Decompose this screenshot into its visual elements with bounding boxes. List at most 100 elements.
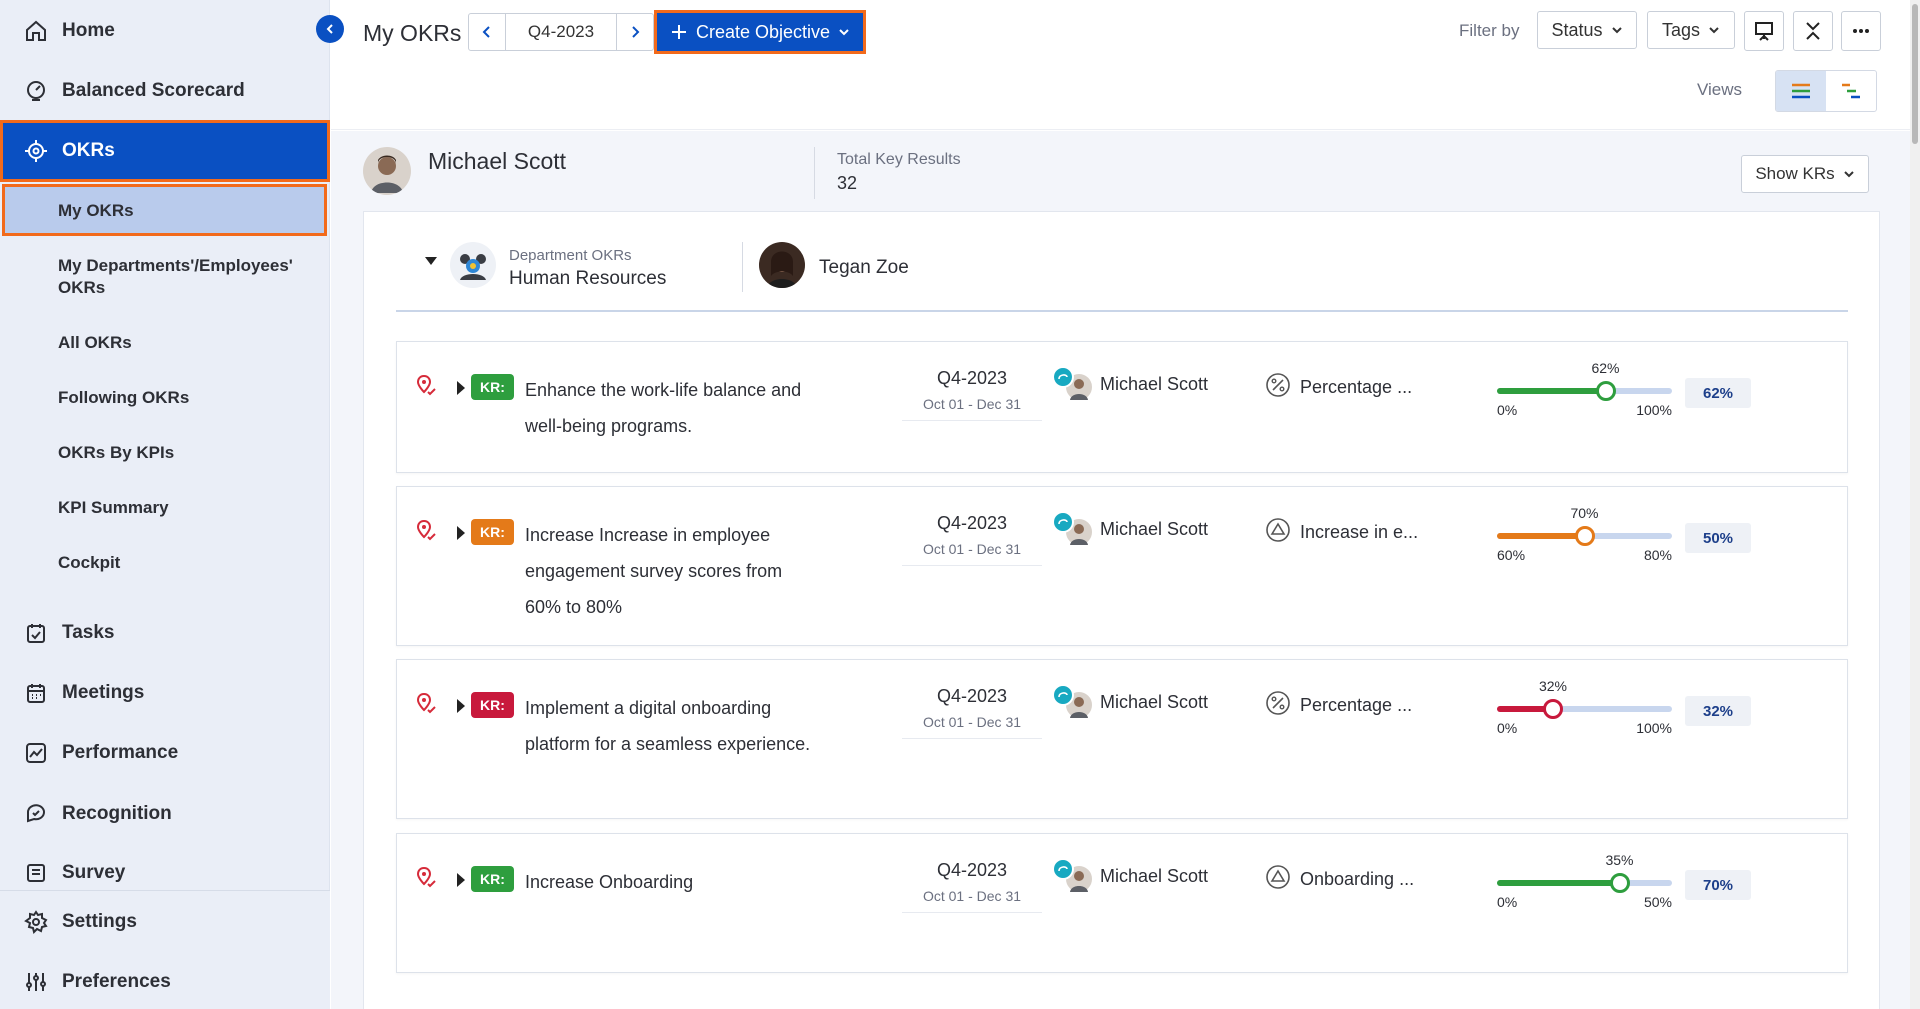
chevron-left-icon bbox=[326, 24, 333, 34]
list-view-button[interactable] bbox=[1776, 71, 1826, 111]
collapse-all-button[interactable] bbox=[1793, 11, 1833, 51]
department-okrs-label: Department OKRs bbox=[509, 247, 632, 264]
department-name[interactable]: Human Resources bbox=[509, 268, 666, 290]
progress-track bbox=[1497, 699, 1672, 719]
kr-metric: Onboarding ... bbox=[1300, 869, 1415, 889]
kr-title[interactable]: Increase Onboarding bbox=[525, 864, 815, 900]
gear-icon bbox=[23, 909, 49, 935]
views-label: Views bbox=[1697, 80, 1743, 99]
divider bbox=[742, 242, 743, 292]
quarter-label[interactable]: Q4-2023 bbox=[505, 14, 617, 50]
progress-bar[interactable]: 62% 0% 100% bbox=[1497, 360, 1672, 420]
kr-card[interactable]: KR: Implement a digital onboarding platfo… bbox=[396, 659, 1848, 819]
divider bbox=[814, 147, 815, 199]
sub-item-cockpit[interactable]: Cockpit bbox=[58, 552, 120, 574]
progress-knob[interactable] bbox=[1595, 381, 1616, 401]
progress-max: 100% bbox=[1636, 720, 1672, 736]
chevron-down-icon bbox=[1843, 171, 1854, 178]
nav-survey[interactable]: Survey bbox=[0, 852, 330, 894]
expand-caret-icon[interactable] bbox=[457, 699, 465, 713]
kr-badge: KR: bbox=[471, 692, 514, 718]
collapse-sidebar-button[interactable] bbox=[316, 15, 344, 43]
map-pin-icon[interactable] bbox=[417, 375, 437, 397]
map-pin-icon[interactable] bbox=[417, 520, 437, 542]
home-icon bbox=[23, 18, 49, 44]
nav-home[interactable]: Home bbox=[0, 10, 330, 52]
progress-bar[interactable]: 35% 0% 50% bbox=[1497, 852, 1672, 912]
kr-card[interactable]: KR: Increase Increase in employee engagem… bbox=[396, 486, 1848, 646]
percent-icon bbox=[1265, 690, 1291, 716]
scrollbar-thumb[interactable] bbox=[1912, 4, 1918, 144]
nav-tasks[interactable]: Tasks bbox=[0, 612, 330, 654]
progress-bar[interactable]: 70% 60% 80% bbox=[1497, 505, 1672, 565]
next-quarter-button[interactable] bbox=[617, 14, 653, 50]
sliders-icon bbox=[23, 969, 49, 995]
kr-owner-name: Michael Scott bbox=[1100, 692, 1209, 712]
kr-date-range: Oct 01 - Dec 31 bbox=[902, 541, 1042, 566]
expand-caret-icon[interactable] bbox=[457, 526, 465, 540]
nav-performance[interactable]: Performance bbox=[0, 732, 330, 774]
status-filter-label: Status bbox=[1551, 19, 1603, 40]
progress-track bbox=[1497, 381, 1672, 401]
status-filter-dropdown[interactable]: Status bbox=[1537, 11, 1637, 49]
tree-view-button[interactable] bbox=[1826, 71, 1876, 111]
plus-icon bbox=[671, 25, 686, 39]
nav-okrs[interactable]: OKRs bbox=[0, 120, 330, 182]
kr-card[interactable]: KR: Enhance the work-life balance and wel… bbox=[396, 341, 1848, 473]
sub-item-following-okrs[interactable]: Following OKRs bbox=[58, 387, 189, 409]
nav-preferences-label: Preferences bbox=[62, 971, 171, 992]
nav-balanced-scorecard[interactable]: Balanced Scorecard bbox=[0, 70, 330, 112]
more-options-button[interactable] bbox=[1841, 11, 1881, 51]
kr-title[interactable]: Enhance the work-life balance and well-b… bbox=[525, 372, 815, 444]
progress-min: 60% bbox=[1497, 547, 1526, 563]
okr-panel: Department OKRs Human Resources Tegan Zo… bbox=[363, 211, 1880, 1009]
nav-meetings-label: Meetings bbox=[62, 682, 145, 703]
presentation-icon bbox=[1755, 22, 1773, 41]
sub-item-kpi-summary[interactable]: KPI Summary bbox=[58, 497, 169, 519]
nav-balanced-scorecard-label: Balanced Scorecard bbox=[62, 80, 245, 101]
show-krs-label: Show KRs bbox=[1755, 164, 1835, 183]
scrollbar[interactable] bbox=[1910, 0, 1920, 1009]
list-view-icon bbox=[1792, 83, 1810, 99]
caret-down-icon[interactable] bbox=[424, 256, 438, 266]
kr-title[interactable]: Implement a digital onboarding platform … bbox=[525, 690, 815, 762]
kr-metric: Percentage ... bbox=[1300, 695, 1413, 715]
kr-card[interactable]: KR: Increase Onboarding Q4-2023 Oct 01 - De… bbox=[396, 833, 1848, 973]
nav-preferences[interactable]: Preferences bbox=[0, 961, 330, 1003]
employee-name[interactable]: Tegan Zoe bbox=[819, 257, 909, 279]
progress-bar[interactable]: 32% 0% 100% bbox=[1497, 678, 1672, 738]
kr-score: 70% bbox=[1685, 870, 1751, 900]
progress-knob[interactable] bbox=[1543, 699, 1563, 719]
sub-item-my-okrs[interactable]: My OKRs bbox=[58, 200, 134, 222]
progress-label: 70% bbox=[1570, 505, 1599, 521]
map-pin-icon[interactable] bbox=[417, 693, 437, 715]
sub-item-okrs-by-kpis[interactable]: OKRs By KPIs bbox=[58, 442, 174, 464]
presentation-button[interactable] bbox=[1744, 11, 1784, 51]
link-icon bbox=[1052, 366, 1074, 388]
progress-knob[interactable] bbox=[1574, 526, 1595, 546]
tags-filter-dropdown[interactable]: Tags bbox=[1647, 11, 1735, 49]
nav-recognition[interactable]: Recognition bbox=[0, 793, 330, 835]
link-icon bbox=[1052, 858, 1074, 880]
progress-knob[interactable] bbox=[1609, 873, 1630, 893]
progress-label: 62% bbox=[1591, 360, 1620, 376]
show-krs-dropdown[interactable]: Show KRs bbox=[1741, 155, 1869, 193]
tree-view-icon bbox=[1842, 83, 1860, 99]
prev-quarter-button[interactable] bbox=[469, 14, 505, 50]
nav-settings-label: Settings bbox=[62, 911, 137, 932]
percent-icon bbox=[1265, 372, 1291, 398]
sub-item-all-okrs[interactable]: All OKRs bbox=[58, 332, 132, 354]
owner-avatar-group bbox=[1052, 366, 1096, 402]
kr-title[interactable]: Increase Increase in employee engagement… bbox=[525, 517, 815, 625]
nav-meetings[interactable]: Meetings bbox=[0, 672, 330, 714]
more-horizontal-icon bbox=[1853, 29, 1869, 33]
create-objective-button[interactable]: Create Objective bbox=[654, 10, 866, 54]
nav-tasks-label: Tasks bbox=[62, 622, 115, 643]
expand-caret-icon[interactable] bbox=[457, 381, 465, 395]
filter-by-label: Filter by bbox=[1459, 21, 1520, 40]
sub-item-my-departments-employees-okrs[interactable]: My Departments'/Employees' OKRs bbox=[58, 255, 318, 299]
progress-track bbox=[1497, 873, 1672, 893]
map-pin-icon[interactable] bbox=[417, 867, 437, 889]
expand-caret-icon[interactable] bbox=[457, 873, 465, 887]
nav-settings[interactable]: Settings bbox=[0, 901, 330, 943]
